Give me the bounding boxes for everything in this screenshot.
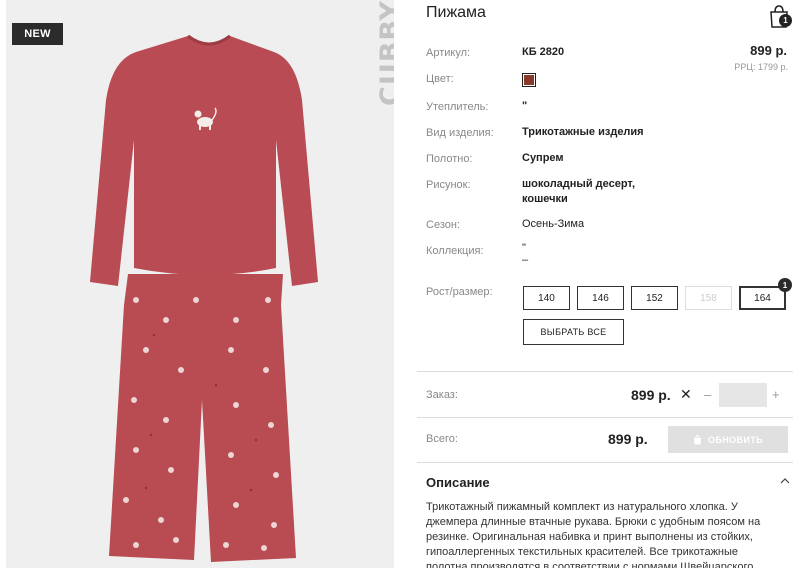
divider [417, 462, 793, 463]
color-swatch[interactable] [522, 73, 536, 87]
attr-value-product-type: Трикотажные изделия [522, 126, 644, 138]
attr-value-collection-line2: – [522, 254, 529, 266]
select-all-sizes-button[interactable]: ВЫБРАТЬ ВСЕ [523, 319, 624, 345]
attr-value-fabric: Супрем [522, 152, 564, 164]
size-label: Рост/размер: [426, 286, 493, 298]
description-text: Трикотажный пижамный комплект из натурал… [426, 501, 761, 568]
attr-value-article: КБ 2820 [522, 46, 565, 58]
quantity-input[interactable] [719, 383, 767, 407]
quantity-decrease-button[interactable]: – [704, 387, 711, 402]
attr-value-pattern-line1: шоколадный десерт, [522, 178, 636, 190]
size-option-158: 158 [685, 286, 732, 310]
attr-label-fabric: Полотно: [426, 153, 473, 165]
attr-value-insulation: " [522, 100, 528, 112]
product-title: Пижама [426, 4, 486, 21]
size-option-146[interactable]: 146 [577, 286, 624, 310]
attr-label-product-type: Вид изделия: [426, 127, 494, 139]
attr-label-insulation: Утеплитель: [426, 101, 489, 113]
quantity-increase-button[interactable]: + [772, 387, 780, 402]
attr-label-season: Сезон: [426, 219, 460, 231]
brand-logo: CUBBY [375, 0, 394, 106]
size-count-badge: 1 [778, 278, 792, 292]
order-price: 899 р. [631, 387, 671, 403]
product-photo[interactable]: NEW CUBBY [6, 0, 394, 568]
divider [417, 417, 793, 418]
divider [417, 371, 793, 372]
total-label: Всего: [426, 433, 458, 445]
update-button-label: ОБНОВИТЬ [707, 434, 764, 445]
update-button[interactable]: ОБНОВИТЬ [668, 426, 788, 453]
size-option-152[interactable]: 152 [631, 286, 678, 310]
attr-value-pattern-line2: кошечки [522, 193, 568, 205]
attr-label-pattern: Рисунок: [426, 179, 471, 191]
size-option-140[interactable]: 140 [523, 286, 570, 310]
recommended-price: РРЦ: 1799 р. [734, 62, 788, 72]
product-price: 899 р. [750, 43, 787, 58]
order-label: Заказ: [426, 389, 458, 401]
total-price: 899 р. [608, 431, 648, 447]
attr-label-color: Цвет: [426, 73, 454, 85]
description-title[interactable]: Описание [426, 475, 490, 490]
new-badge: NEW [12, 23, 63, 45]
attr-value-season: Осень-Зима [522, 218, 585, 230]
pajama-image [90, 34, 318, 562]
cart-icon [693, 434, 701, 444]
remove-order-button[interactable]: ✕ [680, 386, 692, 403]
cart-count-badge: 1 [779, 14, 792, 27]
chevron-up-icon[interactable] [780, 476, 790, 486]
attr-label-collection: Коллекция: [426, 245, 484, 257]
attr-label-article: Артикул: [426, 47, 471, 59]
